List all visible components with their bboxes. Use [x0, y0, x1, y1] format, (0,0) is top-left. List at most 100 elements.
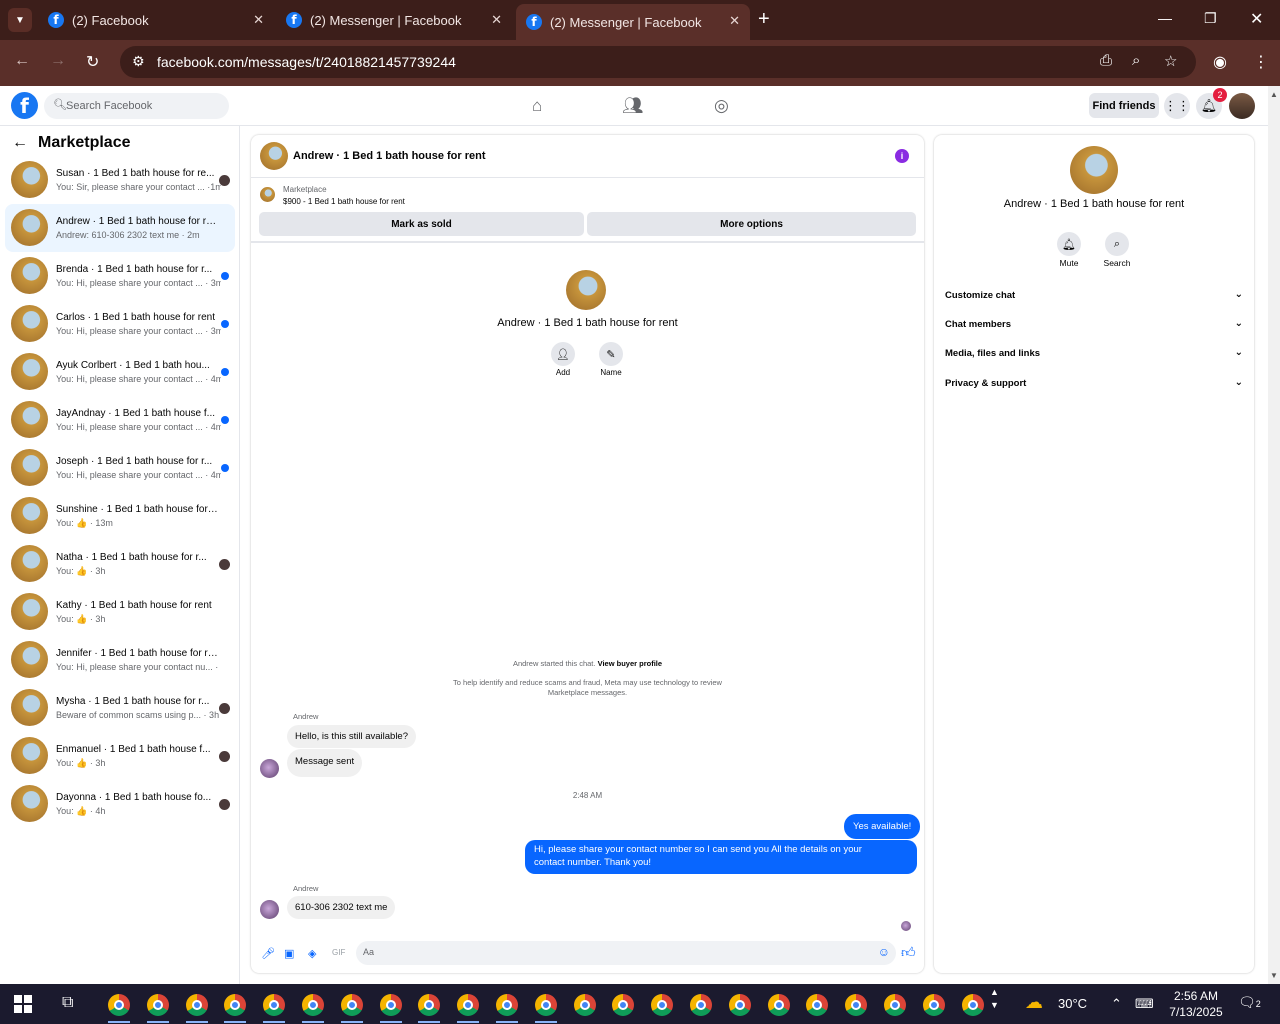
chat-title[interactable]: Andrew · 1 Bed 1 bath house for rent — [293, 150, 486, 162]
facebook-search-input[interactable]: 🔍︎ Search Facebook — [44, 93, 229, 119]
show-hidden-icons-chevron-icon[interactable]: ⌃ — [1111, 996, 1122, 1012]
outgoing-message[interactable]: Yes available! — [844, 814, 921, 839]
chrome-taskbar-icon[interactable] — [263, 994, 286, 1016]
install-app-icon[interactable]: ⎙ — [1100, 52, 1112, 69]
menu-grid-icon[interactable]: ⋮⋮ — [1164, 93, 1190, 119]
minimize-icon[interactable]: — — [1158, 10, 1172, 26]
conversation-item[interactable]: Ayuk Corlbert · 1 Bed 1 bath hou... You: … — [5, 348, 235, 396]
incoming-message[interactable]: Message sent — [287, 749, 363, 777]
close-tab-icon[interactable]: ✕ — [253, 12, 264, 28]
groups-icon[interactable]: ◎ — [714, 96, 729, 116]
task-view-icon[interactable]: ⧉ — [62, 994, 73, 1012]
chrome-taskbar-icon[interactable] — [418, 994, 441, 1016]
chrome-taskbar-icon[interactable] — [534, 994, 557, 1016]
chrome-taskbar-icon[interactable] — [690, 994, 712, 1016]
chrome-taskbar-icon[interactable] — [496, 994, 518, 1016]
pencil-icon[interactable]: ✎ — [599, 342, 623, 366]
windows-start-icon[interactable] — [14, 995, 32, 1013]
outgoing-message[interactable]: Hi, please share your contact number so … — [525, 840, 917, 874]
chrome-taskbar-icon[interactable] — [108, 994, 130, 1016]
back-arrow-icon[interactable]: ← — [12, 134, 28, 152]
conversation-item[interactable]: Mysha · 1 Bed 1 bath house for r... Bewar… — [5, 684, 235, 732]
customize-chat-section[interactable]: Customize chat ⌄ — [945, 289, 1243, 301]
chrome-taskbar-icon[interactable] — [224, 994, 247, 1016]
conversation-item[interactable]: Carlos · 1 Bed 1 bath house for rent You:… — [5, 300, 235, 348]
media-files-links-section[interactable]: Media, files and links ⌄ — [945, 347, 1243, 359]
thumbs-up-icon[interactable]: 👍︎ — [901, 944, 916, 961]
chrome-taskbar-icon[interactable] — [340, 994, 363, 1016]
url-text[interactable]: facebook.com/messages/t/2401882145773924… — [157, 54, 456, 70]
conversation-item[interactable]: Brenda · 1 Bed 1 bath house for r... You:… — [5, 252, 235, 300]
conversation-item[interactable]: Jennifer · 1 Bed 1 bath house for rent Yo… — [5, 636, 235, 684]
conversation-item[interactable]: Natha · 1 Bed 1 bath house for r... You: … — [5, 540, 235, 588]
microphone-icon[interactable]: 🎤︎ — [261, 947, 275, 960]
chrome-taskbar-icon[interactable] — [922, 994, 945, 1016]
chrome-taskbar-icon[interactable] — [728, 994, 751, 1016]
forward-arrow-icon[interactable]: → — [50, 52, 66, 70]
friends-icon[interactable]: 👥︎ — [622, 96, 644, 116]
tab-search-chevron-icon[interactable]: ▼ — [8, 8, 32, 32]
browser-tab-3-active[interactable]: f (2) Messenger | Facebook ✕ — [516, 4, 750, 40]
chrome-taskbar-icon[interactable] — [767, 994, 790, 1016]
search-icon[interactable]: ⌕ — [1105, 232, 1129, 256]
chrome-taskbar-icon[interactable] — [651, 994, 674, 1016]
account-avatar[interactable] — [1229, 93, 1255, 119]
sender-avatar[interactable] — [260, 759, 279, 778]
chrome-taskbar-icon[interactable] — [884, 994, 906, 1016]
chrome-taskbar-icon[interactable] — [185, 994, 208, 1016]
close-tab-icon[interactable]: ✕ — [729, 13, 740, 29]
zoom-icon[interactable]: ⌕ — [1132, 52, 1140, 69]
browser-tab-2[interactable]: f (2) Messenger | Facebook ✕ — [276, 6, 512, 34]
profile-icon[interactable]: ◉ — [1213, 52, 1227, 72]
conversation-item[interactable]: Susan · 1 Bed 1 bath house for re... You:… — [5, 156, 235, 204]
home-icon[interactable]: ⌂ — [532, 96, 542, 116]
conversation-item[interactable]: Sunshine · 1 Bed 1 bath house for r... Yo… — [5, 492, 235, 540]
chat-members-section[interactable]: Chat members ⌄ — [945, 318, 1243, 330]
scroll-down-icon[interactable]: ▼ — [1270, 971, 1278, 980]
listing-price-title[interactable]: $900 - 1 Bed 1 bath house for rent — [283, 197, 405, 206]
conversation-item[interactable]: Kathy · 1 Bed 1 bath house for rent You: … — [5, 588, 235, 636]
close-tab-icon[interactable]: ✕ — [491, 12, 502, 28]
conversation-item[interactable]: Joseph · 1 Bed 1 bath house for r... You:… — [5, 444, 235, 492]
site-settings-icon[interactable]: ⚙ — [132, 53, 145, 70]
chrome-taskbar-icon[interactable] — [379, 994, 402, 1016]
browser-menu-icon[interactable]: ⋮ — [1253, 52, 1269, 72]
chrome-taskbar-icon[interactable] — [146, 994, 169, 1016]
scroll-up-icon[interactable]: ▲ — [1270, 90, 1278, 99]
tray-scroll-arrows-icon[interactable]: ▲ ▼ — [990, 986, 999, 1012]
sender-avatar[interactable] — [260, 900, 279, 919]
conversation-item[interactable]: Enmanuel · 1 Bed 1 bath house f... You: 👍… — [5, 732, 235, 780]
view-buyer-profile-link[interactable]: View buyer profile — [598, 659, 662, 668]
reload-icon[interactable]: ↻ — [86, 52, 99, 72]
close-window-icon[interactable]: ✕ — [1250, 9, 1263, 29]
keyboard-icon[interactable]: ⌨ — [1135, 996, 1154, 1012]
incoming-message[interactable]: Hello, is this still available? — [287, 725, 416, 748]
conversation-item[interactable]: Andrew · 1 Bed 1 bath house for rent Andr… — [5, 204, 235, 252]
facebook-logo-icon[interactable]: f — [11, 92, 38, 119]
restore-icon[interactable]: ❐ — [1204, 10, 1217, 27]
conversation-item[interactable]: JayAndnay · 1 Bed 1 bath house f... You: … — [5, 396, 235, 444]
more-options-button[interactable]: More options — [587, 212, 916, 236]
bell-icon[interactable]: 🔔︎ — [1057, 232, 1081, 256]
sticker-icon[interactable]: ◈ — [308, 947, 316, 960]
chrome-taskbar-icon[interactable] — [806, 994, 829, 1016]
chrome-taskbar-icon[interactable] — [573, 994, 596, 1016]
mark-as-sold-button[interactable]: Mark as sold — [259, 212, 584, 236]
notification-center-icon[interactable]: 🗨︎2 — [1238, 994, 1261, 1011]
system-clock[interactable]: 2:56 AM 7/13/2025 — [1165, 988, 1227, 1020]
bookmark-star-icon[interactable]: ☆ — [1164, 52, 1177, 70]
privacy-support-section[interactable]: Privacy & support ⌄ — [945, 377, 1243, 389]
back-arrow-icon[interactable]: ← — [14, 52, 30, 70]
photo-icon[interactable]: ▣ — [284, 947, 294, 960]
details-avatar[interactable] — [1070, 146, 1118, 194]
chrome-taskbar-icon[interactable] — [612, 994, 635, 1016]
profile-avatar[interactable] — [566, 270, 606, 310]
conversation-item[interactable]: Dayonna · 1 Bed 1 bath house fo... You: 👍… — [5, 780, 235, 828]
add-person-icon[interactable]: 👤︎ — [551, 342, 575, 366]
incoming-message[interactable]: 610-306 2302 text me — [287, 896, 396, 919]
weather-icon[interactable]: ☁ — [1025, 992, 1043, 1013]
find-friends-button[interactable]: Find friends — [1089, 93, 1159, 118]
chrome-taskbar-icon[interactable] — [961, 994, 984, 1016]
address-bar[interactable]: ⚙ facebook.com/messages/t/24018821457739… — [120, 46, 1196, 78]
page-scrollbar[interactable]: ▲ ▼ — [1268, 86, 1280, 984]
